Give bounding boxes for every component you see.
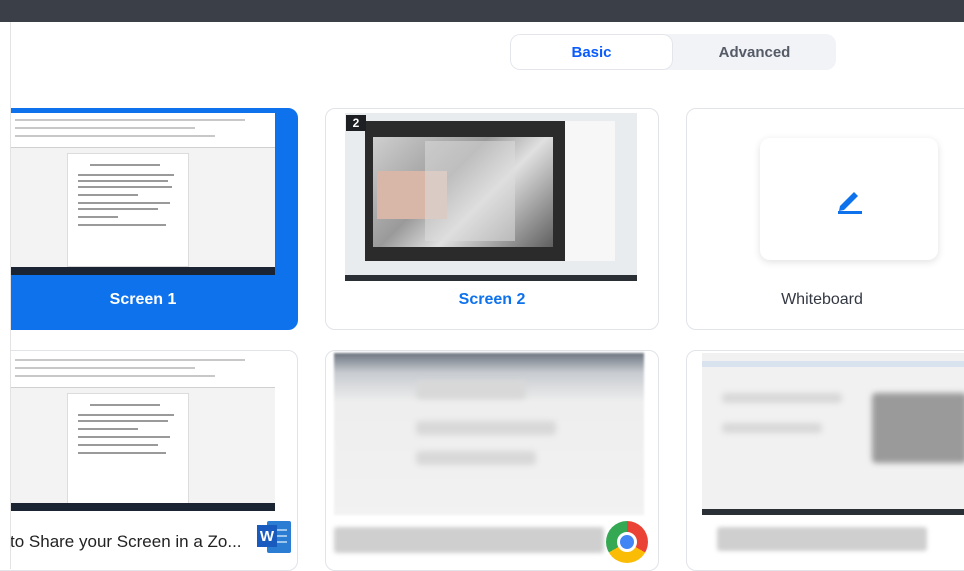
app-thumbnail (702, 353, 964, 515)
taskbar (11, 267, 275, 275)
tile-label: Whiteboard (781, 291, 863, 308)
tile-label: Screen 1 (109, 291, 177, 308)
screen-number-badge: 2 (346, 115, 366, 131)
left-edge-divider (0, 22, 11, 569)
app-thumbnail (11, 353, 275, 511)
ribbon (11, 113, 275, 148)
share-tile-screen-1[interactable]: Screen 1 (0, 108, 298, 330)
taskbar (11, 503, 275, 511)
chrome-icon (606, 521, 648, 563)
word-icon: W (257, 521, 291, 553)
doc-page (67, 393, 189, 505)
doc-page (67, 153, 189, 267)
video-window (365, 121, 615, 261)
share-tile-screen-2[interactable]: Screen 2 (325, 108, 659, 330)
window-title-bar (0, 0, 964, 22)
tab-basic[interactable]: Basic (510, 34, 673, 70)
share-mode-tabs: Basic Advanced (510, 34, 836, 70)
app-window-title (334, 527, 604, 553)
ribbon (11, 353, 275, 388)
tile-label: Screen 2 (458, 291, 526, 308)
share-tile-app-3[interactable] (686, 350, 964, 571)
pencil-icon (838, 192, 862, 214)
screen-1-thumbnail (11, 113, 275, 275)
app-window-title (717, 527, 927, 551)
whiteboard-preview (760, 138, 938, 260)
app-window-title: to Share your Screen in a Zo... (10, 532, 242, 551)
tab-advanced[interactable]: Advanced (673, 34, 836, 70)
screen-2-thumbnail (345, 113, 637, 281)
